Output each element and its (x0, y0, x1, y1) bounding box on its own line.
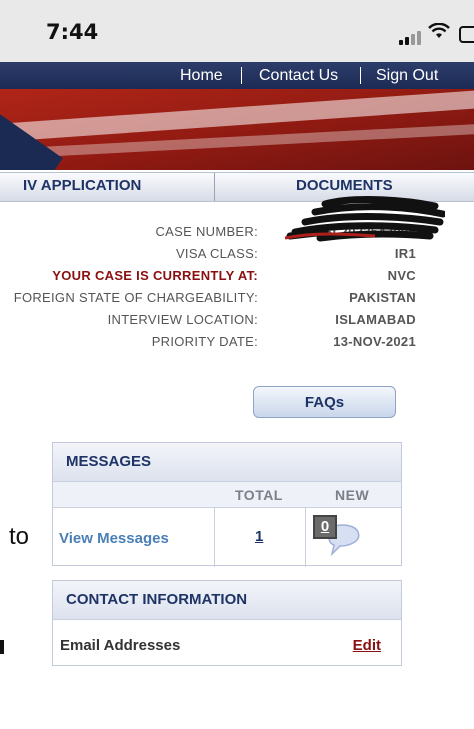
nav-divider (360, 67, 361, 84)
messages-panel: MESSAGES TOTAL NEW View Messages 1 0 (52, 442, 402, 567)
interview-location-value: ISLAMABAD (335, 312, 416, 327)
view-messages-cell: View Messages (53, 507, 215, 567)
case-location-value: NVC (387, 268, 416, 283)
nav-sign-out[interactable]: Sign Out (376, 67, 438, 85)
side-text-fragment: to (9, 523, 30, 550)
edge-fragment (0, 640, 4, 654)
nav-home[interactable]: Home (180, 67, 223, 85)
contact-info-panel: CONTACT INFORMATION Email Addresses Edit (52, 580, 402, 666)
interview-location-label: INTERVIEW LOCATION: (107, 312, 258, 327)
total-messages-count[interactable]: 1 (255, 528, 263, 545)
visa-class-value: IR1 (394, 246, 416, 261)
edit-email-link[interactable]: Edit (353, 637, 381, 654)
new-messages-badge[interactable]: 0 (313, 515, 337, 539)
case-number-label: CASE NUMBER: (155, 224, 258, 239)
messages-column-header: TOTAL NEW (53, 481, 401, 508)
contact-info-title: CONTACT INFORMATION (53, 581, 401, 619)
case-location-label: YOUR CASE IS CURRENTLY AT: (52, 268, 258, 283)
visa-class-label: VISA CLASS: (175, 246, 258, 261)
messages-title: MESSAGES (53, 443, 401, 481)
priority-date-label: PRIORITY DATE: (151, 334, 258, 349)
tab-iv-application[interactable]: IV APPLICATION (23, 177, 141, 194)
tab-divider (214, 173, 215, 201)
faqs-button[interactable]: FAQs (253, 386, 396, 418)
battery-icon (459, 26, 474, 43)
new-cell: 0 (306, 507, 401, 567)
top-nav: Home Contact Us Sign Out (0, 62, 474, 89)
nav-contact-us[interactable]: Contact Us (259, 67, 338, 85)
view-messages-link[interactable]: View Messages (59, 530, 169, 547)
redaction-scribble (285, 196, 445, 242)
wifi-icon (428, 23, 450, 38)
nav-divider (241, 67, 242, 84)
status-time: 7:44 (46, 20, 99, 44)
status-bar: 7:44 (0, 0, 474, 62)
new-column-header: NEW (335, 487, 370, 503)
cellular-signal-icon (399, 27, 423, 45)
total-cell: 1 (215, 507, 306, 567)
total-column-header: TOTAL (235, 487, 283, 503)
chargeability-label: FOREIGN STATE OF CHARGEABILITY: (13, 290, 258, 305)
flag-banner (0, 89, 474, 170)
priority-date-value: 13-NOV-2021 (333, 334, 416, 349)
chargeability-value: PAKISTAN (349, 290, 416, 305)
panel-divider (53, 619, 401, 620)
email-addresses-label: Email Addresses (60, 637, 181, 654)
